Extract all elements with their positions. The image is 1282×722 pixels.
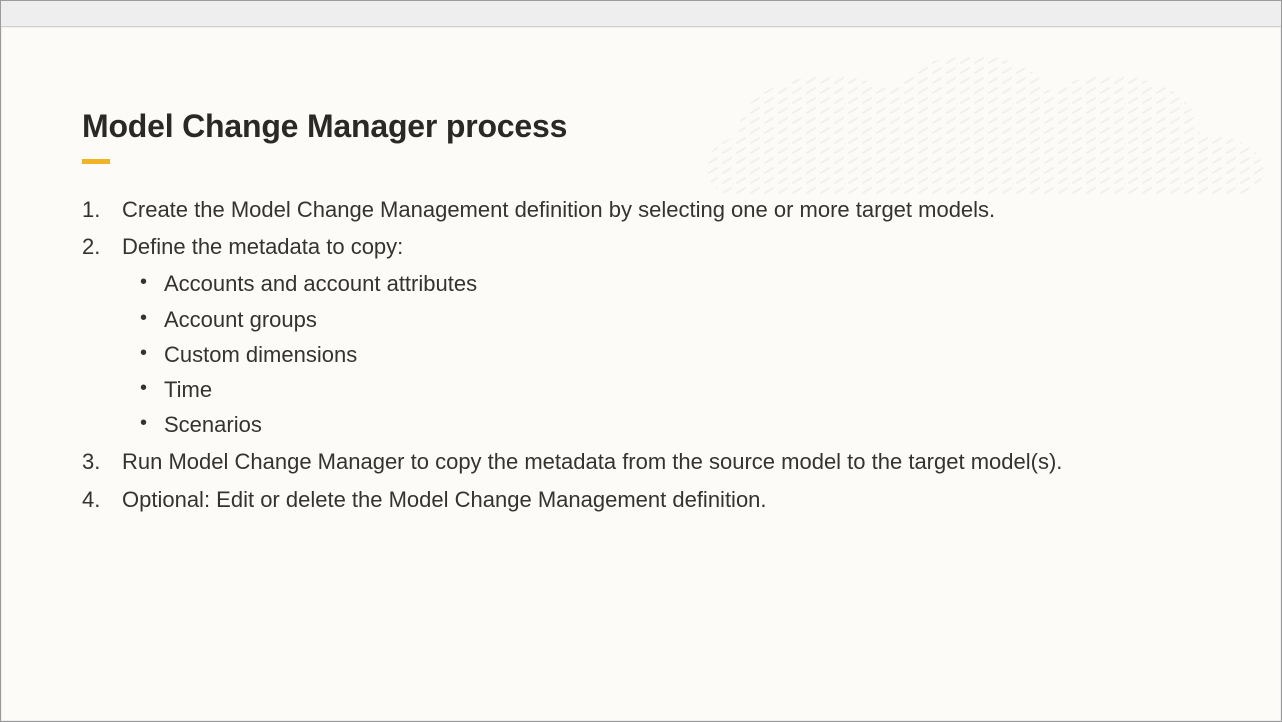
step-item: Create the Model Change Management defin… <box>82 192 1200 227</box>
step-text: Optional: Edit or delete the Model Chang… <box>122 487 767 512</box>
step-item: Run Model Change Manager to copy the met… <box>82 444 1200 479</box>
slide-content: Model Change Manager process Create the … <box>2 28 1280 517</box>
slide-title: Model Change Manager process <box>82 108 1200 145</box>
step-text: Create the Model Change Management defin… <box>122 197 995 222</box>
sub-item: Account groups <box>164 302 1200 337</box>
sub-item: Time <box>164 372 1200 407</box>
window-titlebar <box>1 1 1281 27</box>
sub-item: Accounts and account attributes <box>164 266 1200 301</box>
sub-item: Custom dimensions <box>164 337 1200 372</box>
window-frame: Model Change Manager process Create the … <box>0 0 1282 722</box>
step-sublist: Accounts and account attributes Account … <box>122 266 1200 442</box>
sub-item: Scenarios <box>164 407 1200 442</box>
slide: Model Change Manager process Create the … <box>2 28 1280 720</box>
step-item: Define the metadata to copy: Accounts an… <box>82 229 1200 442</box>
step-text: Define the metadata to copy: <box>122 234 403 259</box>
step-text: Run Model Change Manager to copy the met… <box>122 449 1062 474</box>
step-item: Optional: Edit or delete the Model Chang… <box>82 482 1200 517</box>
process-steps: Create the Model Change Management defin… <box>82 192 1200 517</box>
title-accent-bar <box>82 159 110 164</box>
